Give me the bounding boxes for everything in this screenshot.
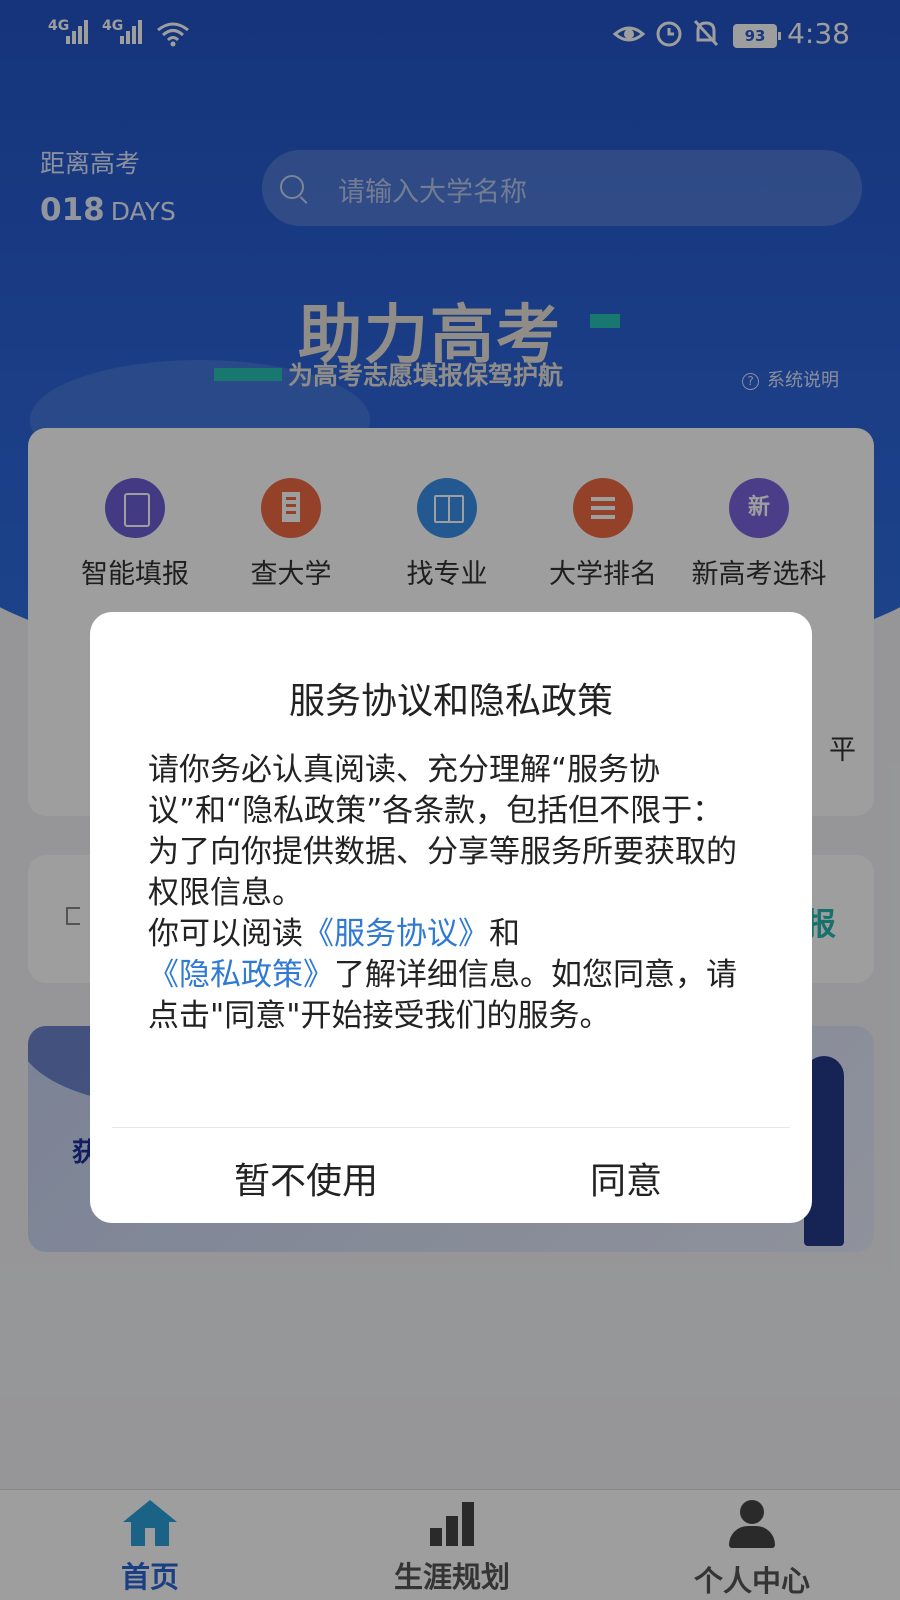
privacy-policy-link[interactable]: 《隐私政策》 — [148, 957, 334, 993]
dialog-and-text: 和 — [489, 916, 520, 952]
dialog-paragraph-2-prefix: 你可以阅读 — [148, 916, 303, 952]
decline-button[interactable]: 暂不使用 — [234, 1152, 378, 1204]
dialog-divider — [112, 1127, 790, 1128]
agree-button[interactable]: 同意 — [590, 1152, 662, 1204]
dialog-title: 服务协议和隐私政策 — [288, 681, 613, 722]
app-screen: 4G 4G 93 4:38 距离高考 018 DAYS 请输入大学名称 助力高考… — [0, 0, 900, 1600]
privacy-dialog: 服务协议和隐私政策 请你务必认真阅读、充分理解“服务协议”和“隐私政策”各条款，… — [90, 612, 812, 1223]
dialog-body: 请你务必认真阅读、充分理解“服务协议”和“隐私政策”各条款，包括但不限于：为了向… — [148, 750, 748, 1037]
dialog-paragraph-1: 请你务必认真阅读、充分理解“服务协议”和“隐私政策”各条款，包括但不限于：为了向… — [148, 752, 737, 911]
service-agreement-link[interactable]: 《服务协议》 — [303, 916, 489, 952]
